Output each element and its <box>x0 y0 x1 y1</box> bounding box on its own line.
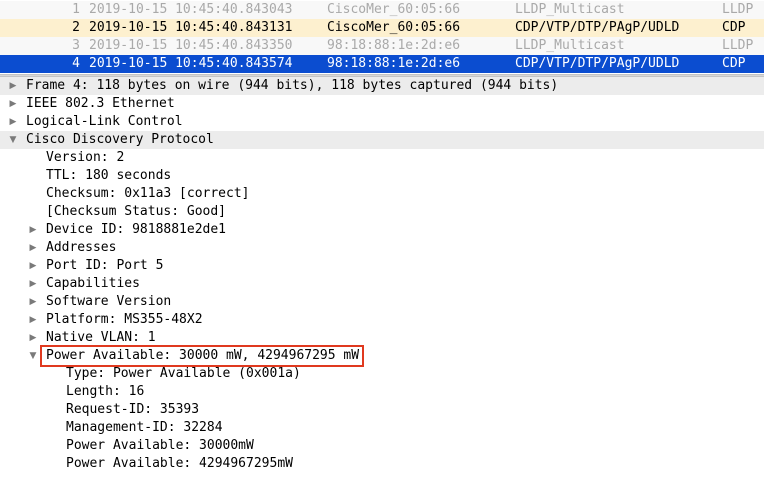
cdp-summary: Cisco Discovery Protocol <box>26 132 214 147</box>
packet-protocol: LLDP <box>722 38 754 53</box>
expand-arrow-icon[interactable]: ▶ <box>28 275 38 293</box>
cdp-platform: Platform: MS355-48X2 <box>46 312 203 327</box>
collapse-arrow-icon[interactable]: ▼ <box>8 131 18 149</box>
packet-number: 4 <box>72 56 80 71</box>
packet-protocol: CDP <box>722 20 746 35</box>
packet-source: 98:18:88:1e:2d:e6 <box>327 56 461 71</box>
highlight-box <box>40 345 364 367</box>
tree-row-software-version[interactable]: ▶ Software Version <box>0 293 764 311</box>
packet-time: 2019-10-15 10:45:40.843131 <box>89 20 293 35</box>
packet-destination: LLDP_Multicast <box>515 2 625 17</box>
pa-power-available-2: Power Available: 4294967295mW <box>66 456 293 471</box>
tree-row-checksum-status[interactable]: [Checksum Status: Good] <box>0 203 764 221</box>
packet-protocol: LLDP <box>722 2 754 17</box>
tree-row-platform[interactable]: ▶ Platform: MS355-48X2 <box>0 311 764 329</box>
cdp-capabilities: Capabilities <box>46 276 140 291</box>
cdp-port-id: Port ID: Port 5 <box>46 258 164 273</box>
tree-row-pa-type[interactable]: Type: Power Available (0x001a) <box>0 365 764 383</box>
tree-row-port-id[interactable]: ▶ Port ID: Port 5 <box>0 257 764 275</box>
frame-summary: Frame 4: 118 bytes on wire (944 bits), 1… <box>26 78 559 93</box>
packet-number: 3 <box>72 38 80 53</box>
packet-destination: CDP/VTP/DTP/PAgP/UDLD <box>515 56 680 71</box>
tree-row-pa-request-id[interactable]: Request-ID: 35393 <box>0 401 764 419</box>
tree-row-capabilities[interactable]: ▶ Capabilities <box>0 275 764 293</box>
expand-arrow-icon[interactable]: ▶ <box>8 95 18 113</box>
cdp-version: Version: 2 <box>46 150 125 165</box>
packet-protocol: CDP <box>722 56 746 71</box>
packet-source: CiscoMer_60:05:66 <box>327 20 461 35</box>
packet-details-tree: ▶ Frame 4: 118 bytes on wire (944 bits),… <box>0 77 764 486</box>
tree-row-pa-power-1[interactable]: Power Available: 30000mW <box>0 437 764 455</box>
tree-row-checksum[interactable]: Checksum: 0x11a3 [correct] <box>0 185 764 203</box>
cdp-addresses: Addresses <box>46 240 117 255</box>
packet-number: 1 <box>72 2 80 17</box>
expand-arrow-icon[interactable]: ▶ <box>28 329 38 347</box>
packet-source: 98:18:88:1e:2d:e6 <box>327 38 461 53</box>
packet-list: 1 2019-10-15 10:45:40.843043 CiscoMer_60:0… <box>0 0 764 74</box>
packet-time: 2019-10-15 10:45:40.843043 <box>89 2 293 17</box>
expand-arrow-icon[interactable]: ▶ <box>28 221 38 239</box>
expand-arrow-icon[interactable]: ▶ <box>8 113 18 131</box>
expand-arrow-icon[interactable]: ▶ <box>28 239 38 257</box>
pa-length: Length: 16 <box>66 384 145 399</box>
packet-row[interactable]: 4 2019-10-15 10:45:40.843574 98:18:88:1e:2… <box>0 55 764 73</box>
tree-row-frame[interactable]: ▶ Frame 4: 118 bytes on wire (944 bits),… <box>0 77 764 95</box>
tree-row-ethernet[interactable]: ▶ IEEE 802.3 Ethernet <box>0 95 764 113</box>
packet-row[interactable]: 2 2019-10-15 10:45:40.843131 CiscoMer_60:0… <box>0 19 764 37</box>
tree-row-llc[interactable]: ▶ Logical-Link Control <box>0 113 764 131</box>
expand-arrow-icon[interactable]: ▶ <box>28 257 38 275</box>
packet-time: 2019-10-15 10:45:40.843350 <box>89 38 293 53</box>
tree-row-device-id[interactable]: ▶ Device ID: 9818881e2de1 <box>0 221 764 239</box>
tree-row-addresses[interactable]: ▶ Addresses <box>0 239 764 257</box>
tree-row-cdp[interactable]: ▼ Cisco Discovery Protocol <box>0 131 764 149</box>
pa-management-id: Management-ID: 32284 <box>66 420 223 435</box>
pa-power-available-1: Power Available: 30000mW <box>66 438 254 453</box>
ethernet-summary: IEEE 802.3 Ethernet <box>26 96 175 111</box>
tree-row-pa-management-id[interactable]: Management-ID: 32284 <box>0 419 764 437</box>
packet-number: 2 <box>72 20 80 35</box>
cdp-checksum: Checksum: 0x11a3 [correct] <box>46 186 250 201</box>
llc-summary: Logical-Link Control <box>26 114 183 129</box>
packet-source: CiscoMer_60:05:66 <box>327 2 461 17</box>
pa-request-id: Request-ID: 35393 <box>66 402 200 417</box>
packet-destination: CDP/VTP/DTP/PAgP/UDLD <box>515 20 680 35</box>
cdp-software-version: Software Version <box>46 294 172 309</box>
expand-arrow-icon[interactable]: ▶ <box>28 293 38 311</box>
packet-destination: LLDP_Multicast <box>515 38 625 53</box>
packet-row[interactable]: 1 2019-10-15 10:45:40.843043 CiscoMer_60:0… <box>0 1 764 19</box>
expand-arrow-icon[interactable]: ▶ <box>8 77 18 95</box>
collapse-arrow-icon[interactable]: ▼ <box>28 347 38 365</box>
cdp-checksum-status: [Checksum Status: Good] <box>46 204 227 219</box>
cdp-device-id: Device ID: 9818881e2de1 <box>46 222 227 237</box>
packet-time: 2019-10-15 10:45:40.843574 <box>89 56 293 71</box>
cdp-ttl: TTL: 180 seconds <box>46 168 172 183</box>
tree-row-ttl[interactable]: TTL: 180 seconds <box>0 167 764 185</box>
packet-row[interactable]: 3 2019-10-15 10:45:40.843350 98:18:88:1e:2… <box>0 37 764 55</box>
tree-row-version[interactable]: Version: 2 <box>0 149 764 167</box>
tree-row-pa-power-2[interactable]: Power Available: 4294967295mW <box>0 455 764 473</box>
tree-row-pa-length[interactable]: Length: 16 <box>0 383 764 401</box>
pa-type: Type: Power Available (0x001a) <box>66 366 301 381</box>
expand-arrow-icon[interactable]: ▶ <box>28 311 38 329</box>
